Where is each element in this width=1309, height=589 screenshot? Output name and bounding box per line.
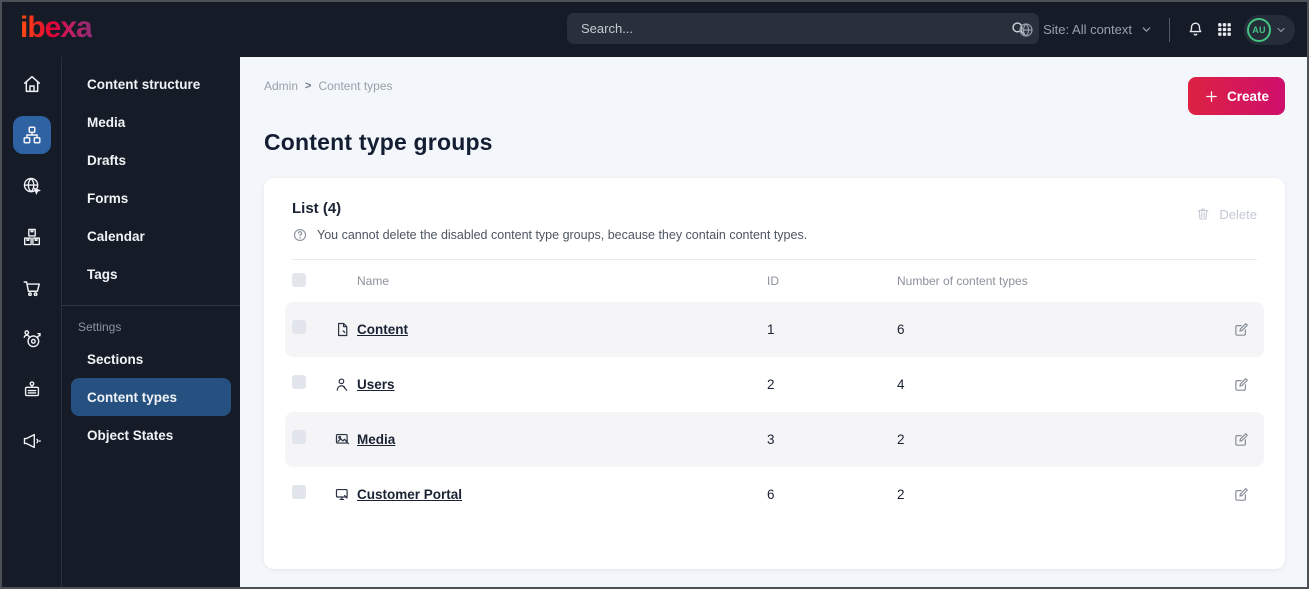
- avatar: AU: [1247, 17, 1271, 42]
- breadcrumb-separator: >: [305, 80, 312, 92]
- globe-cursor-icon: [21, 175, 43, 197]
- settings-section-label: Settings: [78, 320, 122, 334]
- sidebar-item-tags[interactable]: Tags: [71, 255, 231, 293]
- globe-icon: [1017, 21, 1035, 39]
- edit-icon[interactable]: [1233, 321, 1257, 338]
- chevron-down-icon: [1275, 24, 1287, 36]
- row-id: 3: [767, 432, 775, 447]
- row-link-users[interactable]: Users: [357, 377, 767, 392]
- row-checkbox[interactable]: [292, 485, 306, 499]
- chevron-down-icon: [1140, 23, 1153, 36]
- row-checkbox[interactable]: [292, 320, 306, 334]
- sitemap-icon: [21, 124, 43, 146]
- table-row-media: Media 3 2: [285, 412, 1264, 467]
- content-type-groups-card: List (4) You cannot delete the disabled …: [264, 178, 1285, 569]
- main-content: Admin > Content types Create Content typ…: [240, 57, 1307, 587]
- row-id: 1: [767, 322, 775, 337]
- file-icon: [334, 321, 357, 338]
- list-info: You cannot delete the disabled content t…: [292, 227, 807, 243]
- user-icon: [334, 376, 357, 393]
- notifications-button[interactable]: [1186, 20, 1205, 39]
- edit-icon[interactable]: [1233, 431, 1257, 448]
- sidebar-menu: Content structure Media Drafts Forms Cal…: [62, 57, 240, 587]
- select-all-checkbox[interactable]: [292, 272, 306, 287]
- row-link-content[interactable]: Content: [357, 322, 767, 337]
- app-window: ibexa Site: All context: [2, 2, 1307, 587]
- create-button[interactable]: Create: [1187, 77, 1285, 115]
- edit-icon[interactable]: [1233, 376, 1257, 393]
- breadcrumb: Admin > Content types: [264, 79, 393, 93]
- delete-button-label: Delete: [1219, 206, 1257, 222]
- row-link-customer-portal[interactable]: Customer Portal: [357, 487, 767, 502]
- column-header-name: Name: [357, 274, 390, 288]
- row-link-media[interactable]: Media: [357, 432, 767, 447]
- breadcrumb-content-types: Content types: [318, 79, 393, 93]
- site-context-label: Site: All context: [1043, 22, 1132, 37]
- row-count: 2: [897, 487, 905, 502]
- edit-icon[interactable]: [1233, 486, 1257, 503]
- sidebar-item-content-types[interactable]: Content types: [71, 378, 231, 416]
- topbar-right-controls: Site: All context AU: [1017, 2, 1295, 57]
- row-count: 2: [897, 432, 905, 447]
- sidebar-item-media[interactable]: Media: [71, 103, 231, 141]
- table-row-users: Users 2 4: [285, 357, 1264, 412]
- table-row-customer-portal: Customer Portal 6 2: [285, 467, 1264, 522]
- list-info-text: You cannot delete the disabled content t…: [317, 228, 808, 242]
- table-body: Content 1 6 Users 2 4 Media 3 2 Customer…: [285, 302, 1264, 522]
- rail-item-content[interactable]: [12, 116, 51, 154]
- grid-icon: [1215, 20, 1234, 39]
- row-checkbox[interactable]: [292, 430, 306, 444]
- rail-item-marketing[interactable]: [13, 422, 51, 460]
- sidebar-item-sections[interactable]: Sections: [71, 340, 231, 378]
- list-title: List (4): [292, 200, 342, 217]
- sidebar-icon-rail: [2, 57, 62, 587]
- delete-button[interactable]: Delete: [1195, 206, 1257, 222]
- plus-icon: [1204, 89, 1219, 104]
- topbar-divider: [1169, 17, 1170, 42]
- column-header-id: ID: [767, 274, 779, 288]
- global-search: [567, 13, 1039, 44]
- help-icon: [292, 227, 308, 243]
- row-id: 6: [767, 487, 775, 502]
- sidebar-item-calendar[interactable]: Calendar: [71, 217, 231, 255]
- ibexa-logo[interactable]: ibexa: [20, 12, 93, 47]
- row-id: 2: [767, 377, 775, 392]
- rail-item-products[interactable]: [13, 218, 51, 256]
- search-input[interactable]: [567, 13, 1039, 44]
- create-button-label: Create: [1226, 88, 1269, 104]
- app-switcher-button[interactable]: [1215, 20, 1234, 39]
- topbar: ibexa Site: All context: [2, 2, 1307, 57]
- row-count: 6: [897, 322, 905, 337]
- portal-icon: [334, 486, 357, 503]
- rail-item-admin[interactable]: [13, 371, 51, 409]
- page-title: Content type groups: [264, 129, 493, 155]
- boxes-icon: [21, 226, 43, 248]
- rail-item-dashboard[interactable]: [13, 65, 51, 103]
- sidebar-item-forms[interactable]: Forms: [71, 179, 231, 217]
- target-icon: [21, 328, 43, 350]
- sidebar-item-content-structure[interactable]: Content structure: [71, 65, 231, 103]
- site-context-selector[interactable]: Site: All context: [1017, 21, 1153, 39]
- image-icon: [334, 431, 357, 448]
- rail-item-commerce[interactable]: [13, 269, 51, 307]
- table-row-content: Content 1 6: [285, 302, 1264, 357]
- user-menu[interactable]: AU: [1244, 14, 1295, 45]
- bell-icon: [1186, 20, 1205, 39]
- home-icon: [21, 73, 43, 95]
- row-checkbox[interactable]: [292, 375, 306, 389]
- sidebar-item-drafts[interactable]: Drafts: [71, 141, 231, 179]
- breadcrumb-admin[interactable]: Admin: [264, 79, 298, 93]
- row-count: 4: [897, 377, 905, 392]
- sidebar-item-object-states[interactable]: Object States: [71, 416, 231, 454]
- cart-icon: [21, 277, 43, 299]
- trash-icon: [1195, 206, 1211, 222]
- rail-item-site[interactable]: [13, 167, 51, 205]
- rail-item-personalization[interactable]: [13, 320, 51, 358]
- column-header-count: Number of content types: [897, 274, 1028, 288]
- badge-icon: [21, 379, 43, 401]
- megaphone-icon: [21, 430, 43, 452]
- table-header: Name ID Number of content types: [285, 260, 1264, 302]
